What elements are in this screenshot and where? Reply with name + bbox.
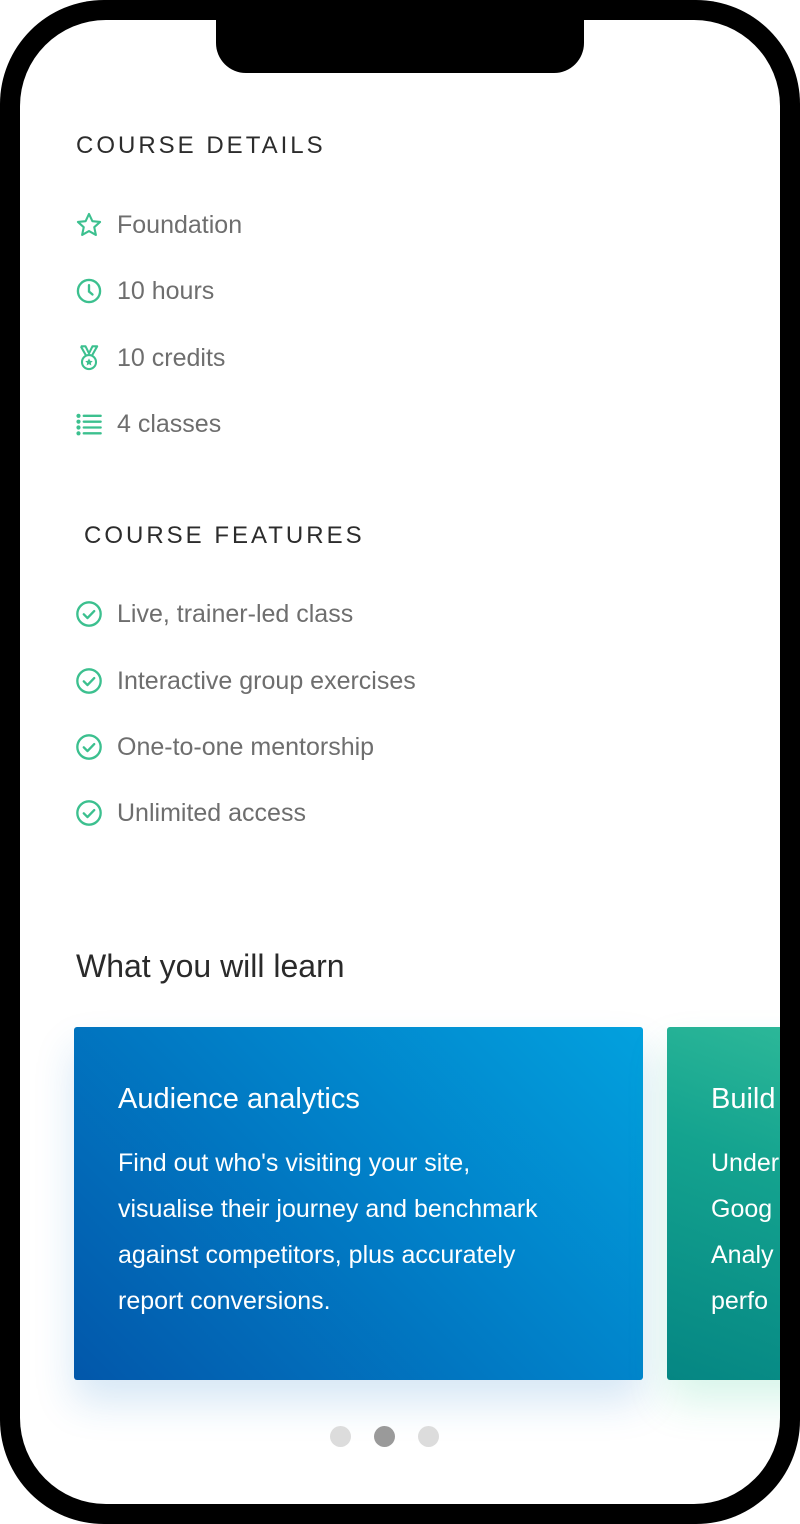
check-circle-icon xyxy=(74,599,104,629)
carousel-dot[interactable] xyxy=(418,1426,439,1447)
check-circle-icon xyxy=(74,732,104,762)
feature-label: Unlimited access xyxy=(117,798,306,827)
course-features-heading: COURSE FEATURES xyxy=(84,522,365,549)
phone-frame: COURSE DETAILS Foundation 10 hours 10 cr… xyxy=(0,0,800,1524)
course-details-heading: COURSE DETAILS xyxy=(76,132,326,159)
card-text: Under Goog Analy perfo xyxy=(711,1149,780,1315)
detail-item-classes: 4 classes xyxy=(74,408,221,440)
feature-label: Live, trainer-led class xyxy=(117,599,354,628)
phone-notch xyxy=(216,20,584,73)
detail-item-credits: 10 credits xyxy=(74,342,225,374)
learn-card-next[interactable]: Build Under Goog Analy perfo xyxy=(667,1027,780,1380)
card-title: Audience analytics xyxy=(118,1083,360,1115)
clock-icon xyxy=(74,276,104,306)
detail-item-duration: 10 hours xyxy=(74,275,214,307)
learn-heading: What you will learn xyxy=(76,948,345,984)
card-text: Find out who's visiting your site, visua… xyxy=(118,1149,538,1315)
feature-label: Interactive group exercises xyxy=(117,666,416,695)
feature-item: Unlimited access xyxy=(74,797,306,829)
detail-label: 4 classes xyxy=(117,409,222,438)
carousel-pagination xyxy=(330,1426,439,1447)
detail-item-level: Foundation xyxy=(74,209,242,241)
detail-label: 10 credits xyxy=(117,343,226,372)
medal-icon xyxy=(74,343,104,373)
carousel-dot-active[interactable] xyxy=(374,1426,395,1447)
learn-card-audience-analytics[interactable]: Audience analytics Find out who's visiti… xyxy=(74,1027,643,1380)
check-circle-icon xyxy=(74,666,104,696)
feature-item: Live, trainer-led class xyxy=(74,598,353,630)
star-icon xyxy=(74,210,104,240)
check-circle-icon xyxy=(74,798,104,828)
feature-item: One-to-one mentorship xyxy=(74,731,374,763)
feature-item: Interactive group exercises xyxy=(74,665,416,697)
detail-label: Foundation xyxy=(117,210,243,239)
screen: COURSE DETAILS Foundation 10 hours 10 cr… xyxy=(20,20,780,1504)
detail-label: 10 hours xyxy=(117,276,215,305)
card-title: Build xyxy=(711,1083,776,1115)
list-icon xyxy=(74,409,104,439)
feature-label: One-to-one mentorship xyxy=(117,732,375,761)
carousel-dot[interactable] xyxy=(330,1426,351,1447)
